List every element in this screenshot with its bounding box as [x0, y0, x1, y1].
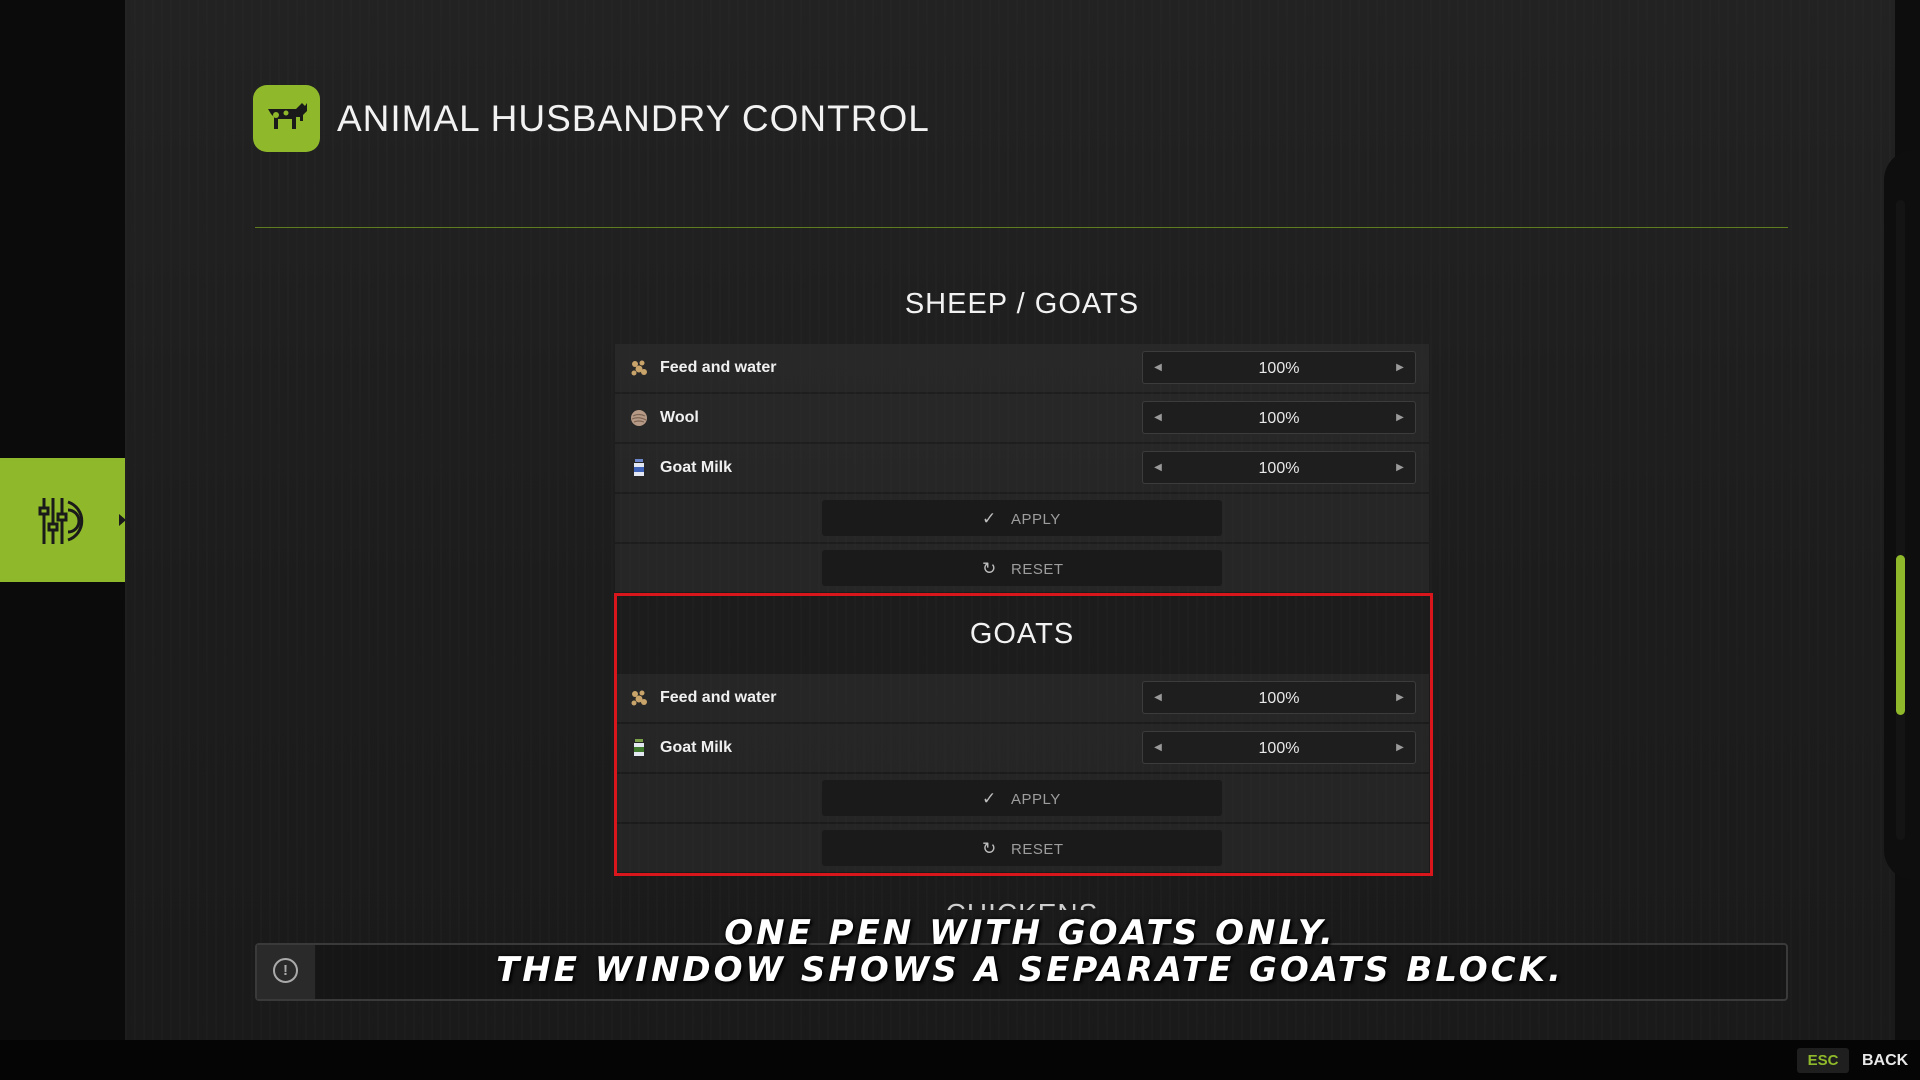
value-stepper[interactable]: ◀ 100% ▶ — [1142, 351, 1416, 384]
scrollbar-thumb[interactable] — [1896, 555, 1905, 715]
value-stepper[interactable]: ◀ 100% ▶ — [1142, 401, 1416, 434]
checkmark-icon: ✓ — [982, 509, 997, 528]
setting-row-feed-water: Feed and water ◀ 100% ▶ — [615, 344, 1429, 392]
setting-label: Wool — [660, 409, 699, 426]
page-title: ANIMAL HUSBANDRY CONTROL — [337, 98, 930, 139]
reset-row: ↻ RESET — [615, 544, 1429, 592]
wool-icon — [631, 410, 647, 426]
stepper-value: 100% — [1258, 410, 1300, 427]
setting-label: Goat Milk — [660, 459, 733, 476]
info-icon-box: ! — [257, 945, 315, 999]
increase-arrow-icon[interactable]: ▶ — [1385, 352, 1415, 383]
reset-button[interactable]: ↻ RESET — [822, 550, 1222, 586]
scrollbar-track[interactable] — [1896, 200, 1905, 840]
feed-icon — [631, 360, 647, 376]
gear-sliders-icon — [38, 498, 84, 544]
cow-icon — [268, 103, 307, 129]
stepper-value: 100% — [1258, 460, 1300, 477]
caption-line-1: ONE PEN WITH GOATS ONLY. — [724, 913, 1336, 953]
milk-icon — [634, 459, 644, 476]
highlight-box — [614, 593, 1433, 876]
caption-line-2: THE WINDOW SHOWS A SEPARATE GOATS BLOCK. — [496, 950, 1564, 990]
refresh-icon: ↻ — [982, 559, 997, 578]
apply-label: APPLY — [1011, 511, 1061, 528]
decrease-arrow-icon[interactable]: ◀ — [1143, 352, 1173, 383]
video-caption: ONE PEN WITH GOATS ONLY. THE WINDOW SHOW… — [460, 915, 1600, 989]
apply-row: ✓ APPLY — [615, 494, 1429, 542]
header-divider — [255, 227, 1788, 228]
decrease-arrow-icon[interactable]: ◀ — [1143, 402, 1173, 433]
increase-arrow-icon[interactable]: ▶ — [1385, 402, 1415, 433]
esc-key-hint[interactable]: ESC — [1797, 1048, 1849, 1073]
setting-row-wool: Wool ◀ 100% ▶ — [615, 394, 1429, 442]
sidebar-tab-settings[interactable] — [0, 458, 126, 582]
exclamation-icon: ! — [273, 958, 298, 983]
apply-button[interactable]: ✓ APPLY — [822, 500, 1222, 536]
increase-arrow-icon[interactable]: ▶ — [1385, 452, 1415, 483]
setting-label: Feed and water — [660, 359, 777, 376]
section-title-chickens: CHICKENS — [615, 898, 1429, 910]
back-button[interactable]: BACK — [1862, 1052, 1908, 1070]
section-title-sheep-goats: SHEEP / GOATS — [904, 288, 1140, 320]
decrease-arrow-icon[interactable]: ◀ — [1143, 452, 1173, 483]
stepper-value: 100% — [1258, 360, 1300, 377]
bottom-bar — [0, 1040, 1920, 1080]
setting-row-goat-milk: Goat Milk ◀ 100% ▶ — [615, 444, 1429, 492]
header-cow-icon — [253, 85, 320, 152]
reset-label: RESET — [1011, 561, 1064, 578]
value-stepper[interactable]: ◀ 100% ▶ — [1142, 451, 1416, 484]
